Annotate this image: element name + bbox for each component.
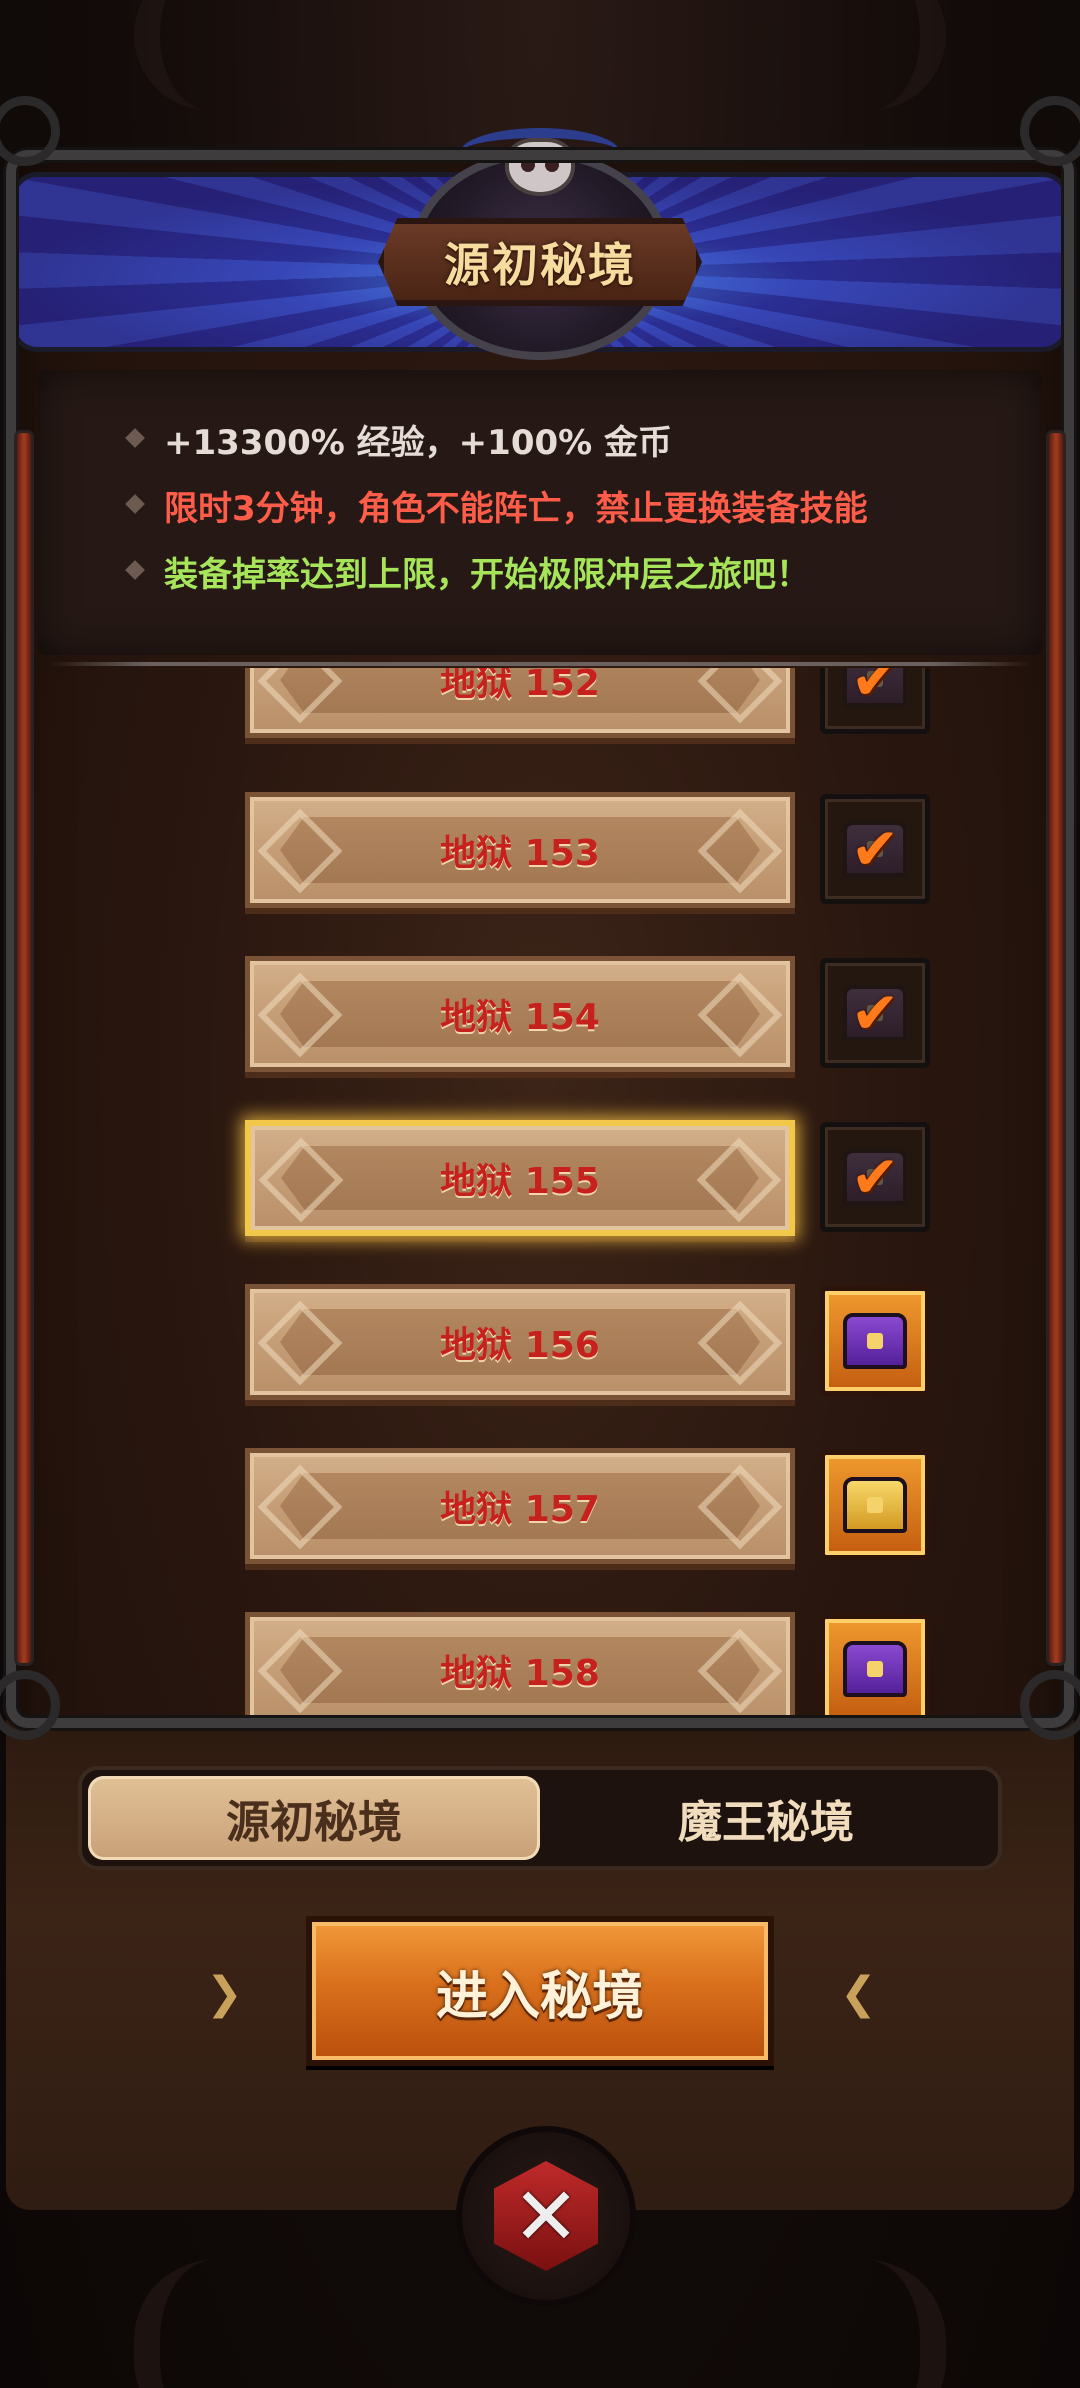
side-rail-right — [1046, 430, 1066, 1666]
realm-tab-bar: 源初秘境 魔王秘境 — [78, 1766, 1002, 1870]
enter-realm-label: 进入秘境 — [435, 1966, 644, 2027]
hexagon-badge-icon: ✕ — [494, 2161, 598, 2271]
panel-frame — [6, 150, 1074, 1728]
crossed-swords-icon: ✕ — [512, 2169, 580, 2263]
game-screen: 源初秘境 +13300% 经验，+100% 金币 限时3分钟，角色不能阵亡，禁止… — [0, 0, 1080, 2388]
tab-origin-realm[interactable]: 源初秘境 — [88, 1776, 540, 1860]
side-rail-left — [14, 430, 34, 1666]
tab-demon-king-realm[interactable]: 魔王秘境 — [540, 1776, 992, 1860]
enter-realm-button[interactable]: 进入秘境 — [306, 1916, 774, 2066]
battle-emblem-button[interactable]: ✕ — [456, 2126, 636, 2306]
arrow-right-deco-icon: ❯ — [206, 1968, 243, 2019]
top-ornament — [134, 0, 946, 110]
arrow-left-deco-icon: ❮ — [840, 1968, 877, 2019]
